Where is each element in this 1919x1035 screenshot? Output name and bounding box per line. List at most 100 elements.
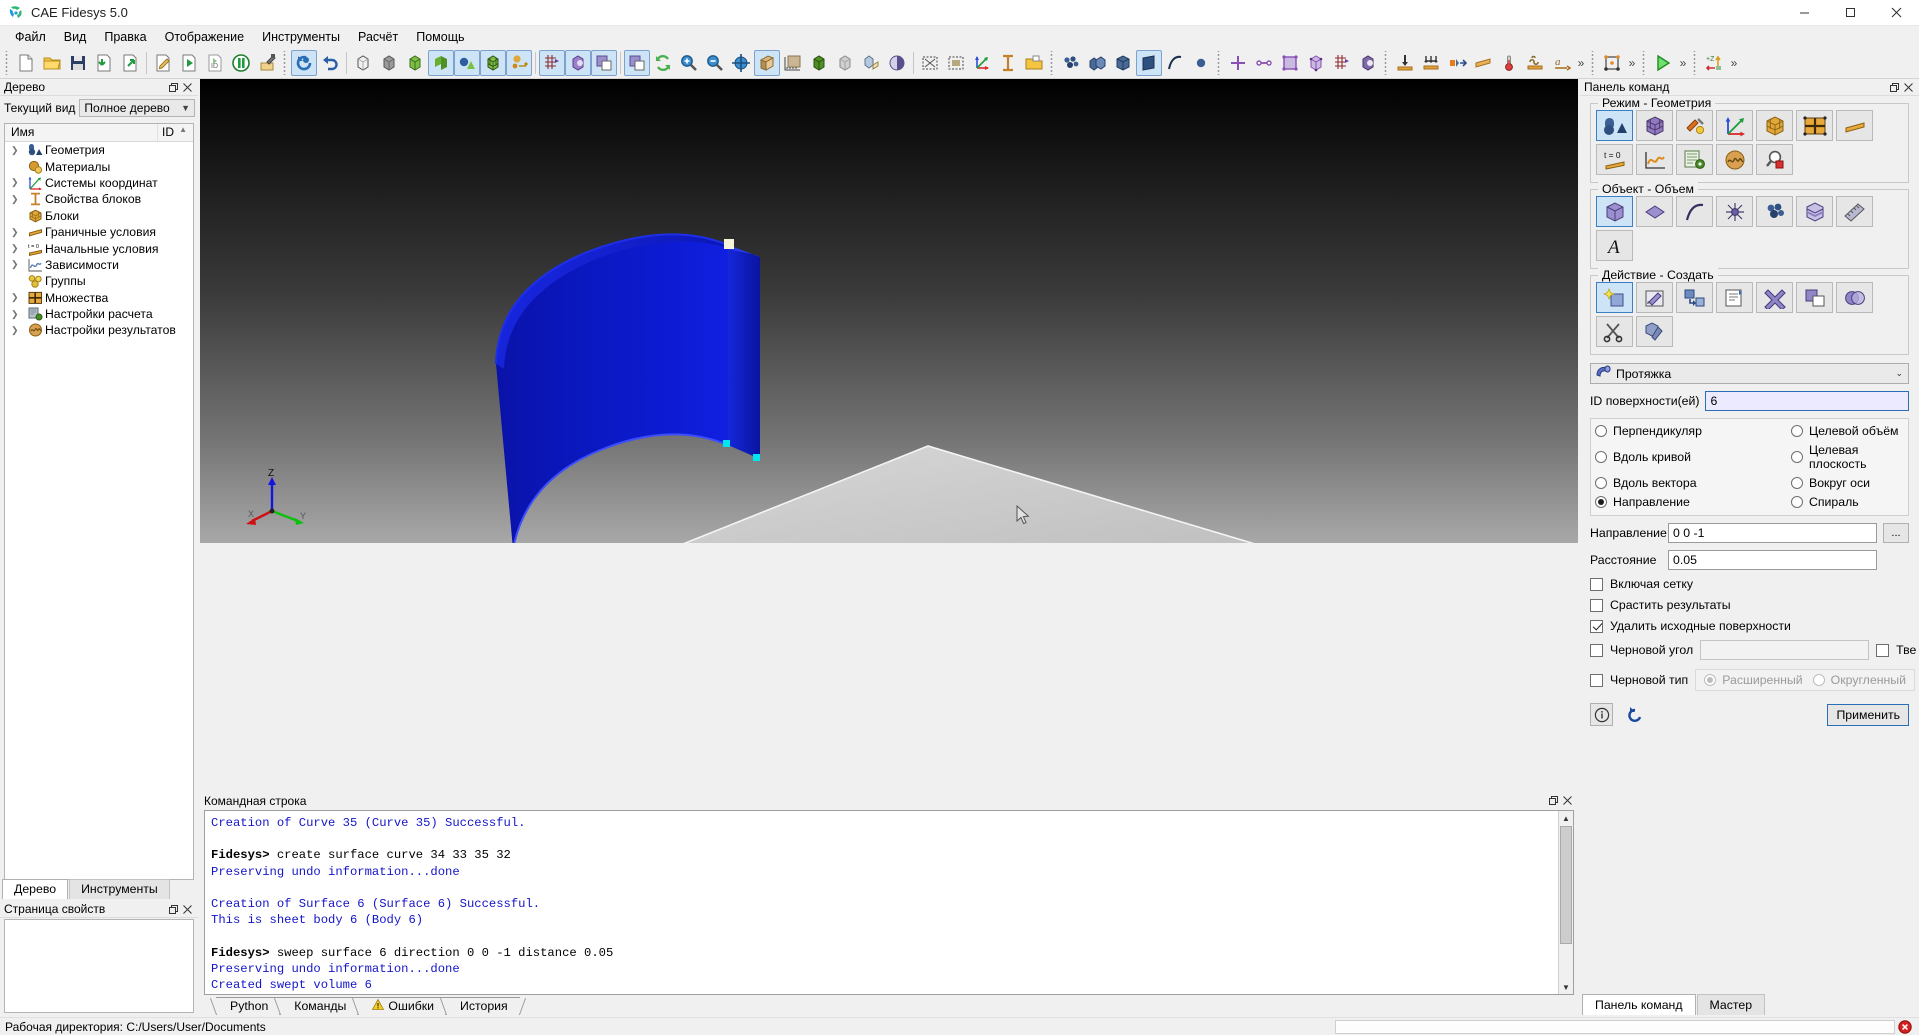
curve-icon[interactable] xyxy=(1162,50,1188,76)
tab-commands[interactable]: Команды xyxy=(280,997,359,1015)
merge-results-checkbox-row[interactable]: Срастить результаты xyxy=(1590,598,1909,612)
tab-wizard[interactable]: Мастер xyxy=(1696,994,1766,1015)
tree-item-7[interactable]: ❯ Зависимости xyxy=(5,257,193,273)
menu-help[interactable]: Помощь xyxy=(407,28,473,46)
transform-action-icon[interactable] xyxy=(1676,282,1713,313)
undo-icon[interactable] xyxy=(317,50,343,76)
webcut-action-icon[interactable] xyxy=(1596,316,1633,347)
radio-target-volume[interactable]: Целевой объём xyxy=(1791,424,1904,438)
close-button[interactable] xyxy=(1873,0,1919,26)
reset-arrow-icon[interactable] xyxy=(1623,703,1646,726)
radio-direction[interactable]: Направление xyxy=(1595,495,1791,509)
acceleration-icon[interactable]: a xyxy=(1548,50,1574,76)
ruler-object-icon[interactable] xyxy=(1836,196,1873,227)
calc-settings-mode-icon[interactable] xyxy=(1676,144,1713,175)
grid-mode-icon[interactable] xyxy=(1796,110,1833,141)
grid-icon[interactable] xyxy=(539,50,565,76)
copy-cube-icon[interactable] xyxy=(858,50,884,76)
radio-target-plane[interactable]: Целевая плоскость xyxy=(1791,443,1904,471)
run-play-icon[interactable] xyxy=(1650,50,1676,76)
zoom-in-icon[interactable] xyxy=(676,50,702,76)
folder-open-icon[interactable] xyxy=(1021,50,1047,76)
smooth-shade-cube-icon[interactable] xyxy=(402,50,428,76)
scroll-up-icon[interactable]: ▲ xyxy=(1559,811,1573,825)
build-hammer-icon[interactable] xyxy=(254,50,280,76)
toolbar-grip-4[interactable] xyxy=(1216,51,1223,75)
draft-type-checkbox[interactable] xyxy=(1590,673,1603,687)
list-action-icon[interactable] xyxy=(1716,282,1753,313)
group-object-icon[interactable] xyxy=(1756,196,1793,227)
face-icon[interactable] xyxy=(1277,50,1303,76)
overlap-squares-icon[interactable] xyxy=(591,50,617,76)
menu-file[interactable]: Файл xyxy=(6,28,55,46)
node-cross-icon[interactable] xyxy=(1225,50,1251,76)
tree-item-9[interactable]: ❯ Множества xyxy=(5,290,193,306)
green-cube-icon[interactable] xyxy=(806,50,832,76)
tab-tree[interactable]: Дерево xyxy=(2,879,69,899)
float-icon[interactable] xyxy=(166,902,180,916)
curve-graph-mode-icon[interactable] xyxy=(1636,144,1673,175)
new-file-icon[interactable] xyxy=(13,50,39,76)
save-icon[interactable] xyxy=(65,50,91,76)
operation-combo[interactable]: Протяжка ⌄ xyxy=(1590,363,1909,384)
mesh-grid-icon[interactable] xyxy=(1329,50,1355,76)
radio-along-curve[interactable]: Вдоль кривой xyxy=(1595,443,1791,471)
float-icon[interactable] xyxy=(1546,794,1560,808)
tree-item-3[interactable]: ❯ Свойства блоков xyxy=(5,191,193,207)
minimize-button[interactable] xyxy=(1781,0,1827,26)
tree-item-1[interactable]: Материалы xyxy=(5,158,193,174)
close-icon[interactable] xyxy=(1901,80,1915,94)
beam-section-icon[interactable] xyxy=(995,50,1021,76)
direction-browse-button[interactable]: ... xyxy=(1883,523,1909,543)
include-mesh-checkbox[interactable] xyxy=(1590,577,1603,591)
isometric-view-icon[interactable] xyxy=(754,50,780,76)
tree-item-4[interactable]: Блоки xyxy=(5,208,193,224)
mesh-mode-icon[interactable] xyxy=(1636,110,1673,141)
volume-object-icon[interactable] xyxy=(1596,196,1633,227)
geometry-mode-icon[interactable] xyxy=(1596,110,1633,141)
solid-checkbox[interactable] xyxy=(1876,643,1890,657)
vertex-object-icon[interactable] xyxy=(1716,196,1753,227)
info-icon[interactable] xyxy=(1590,703,1613,726)
refresh-icon[interactable] xyxy=(650,50,676,76)
element-cube-icon[interactable] xyxy=(1355,50,1381,76)
toolbar-overflow-2[interactable]: » xyxy=(1625,56,1639,70)
plate-icon[interactable] xyxy=(1470,50,1496,76)
toolbar-overflow-1[interactable]: » xyxy=(1574,56,1588,70)
wireframe-cube-icon[interactable] xyxy=(350,50,376,76)
float-icon[interactable] xyxy=(1887,80,1901,94)
menu-calculation[interactable]: Расчёт xyxy=(349,28,407,46)
contrast-sphere-icon[interactable] xyxy=(884,50,910,76)
tab-tools[interactable]: Инструменты xyxy=(69,879,170,899)
menu-tools[interactable]: Инструменты xyxy=(253,28,349,46)
tab-python[interactable]: Python xyxy=(216,997,281,1015)
apply-button[interactable]: Применить xyxy=(1827,703,1909,726)
tree-item-5[interactable]: ❯ Граничные условия xyxy=(5,224,193,240)
toolbar-grip-7[interactable] xyxy=(1641,51,1648,75)
radio-perpendicular[interactable]: Перпендикуляр xyxy=(1595,424,1791,438)
3d-viewport[interactable]: Z Y X xyxy=(200,79,1578,543)
menu-view[interactable]: Вид xyxy=(55,28,96,46)
toolbar-overflow-4[interactable]: » xyxy=(1727,56,1741,70)
exodus-icon[interactable] xyxy=(506,50,532,76)
hex-element-icon[interactable] xyxy=(1303,50,1329,76)
delete-action-icon[interactable] xyxy=(1756,282,1793,313)
tab-command-panel[interactable]: Панель команд xyxy=(1582,994,1696,1015)
open-folder-icon[interactable] xyxy=(39,50,65,76)
radio-along-vector[interactable]: Вдоль вектора xyxy=(1595,476,1791,490)
heatflux-icon[interactable] xyxy=(1522,50,1548,76)
tree-item-11[interactable]: ❯ Настройки результатов xyxy=(5,322,193,338)
force-down-icon[interactable] xyxy=(1392,50,1418,76)
close-icon[interactable] xyxy=(1560,794,1574,808)
curve-object-icon[interactable] xyxy=(1676,196,1713,227)
console-scrollbar[interactable]: ▲ ▼ xyxy=(1558,811,1573,994)
material-mode-icon[interactable] xyxy=(1716,144,1753,175)
toolbar-overflow-3[interactable]: » xyxy=(1676,56,1690,70)
cleanup-action-icon[interactable] xyxy=(1636,316,1673,347)
properties-content[interactable] xyxy=(4,919,194,1013)
close-icon[interactable] xyxy=(180,80,194,94)
merge-results-checkbox[interactable] xyxy=(1590,598,1603,612)
pressure-icon[interactable] xyxy=(1418,50,1444,76)
distance-input[interactable] xyxy=(1668,550,1877,570)
plus-z-axis-icon[interactable]: +Z xyxy=(1701,50,1727,76)
